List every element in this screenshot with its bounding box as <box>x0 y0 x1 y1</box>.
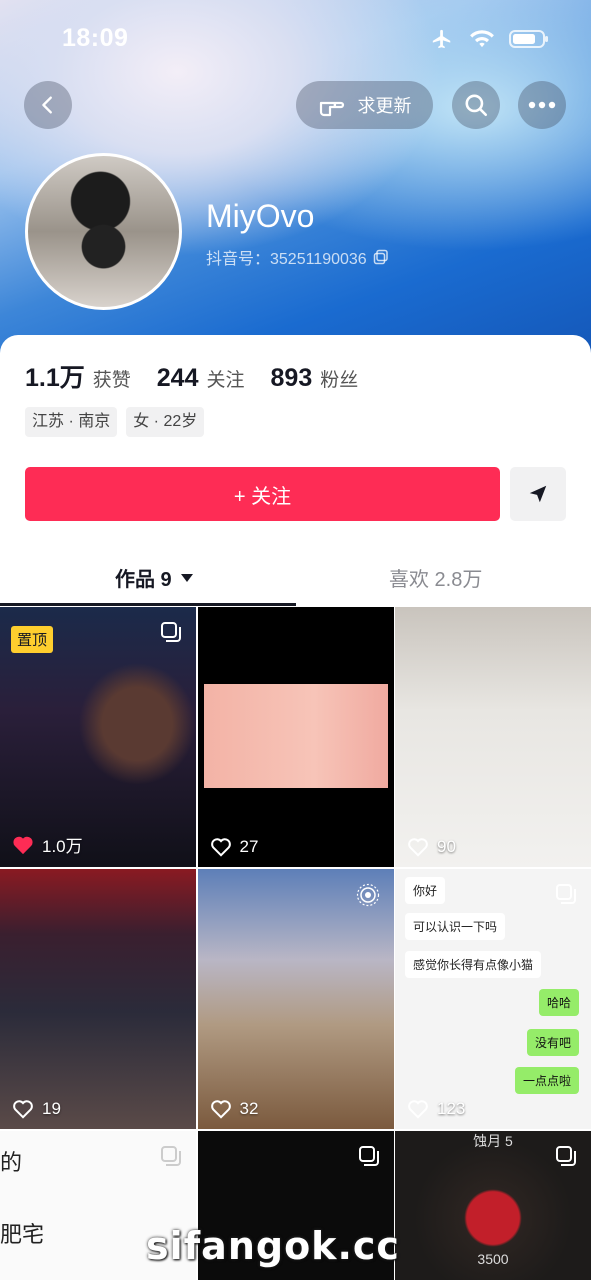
copy-icon[interactable] <box>373 249 389 265</box>
message-button[interactable] <box>510 467 566 521</box>
multi-image-icon <box>556 884 576 904</box>
like-count: 90 <box>407 837 456 857</box>
gender-age-tag: 女 · 22岁 <box>126 407 205 437</box>
tile-text: 3500 <box>477 1251 509 1267</box>
search-button[interactable] <box>452 81 500 129</box>
stats-row: 1.1万 获赞 244 关注 893 粉丝 <box>25 358 384 394</box>
stat-likes-label: 获赞 <box>92 370 131 391</box>
heart-outline-icon <box>210 1100 231 1119</box>
tab-likes[interactable]: 喜欢 2.8万 <box>389 563 482 592</box>
battery-icon <box>509 30 548 48</box>
like-count-value: 123 <box>437 1099 466 1118</box>
follow-button[interactable]: + 关注 <box>25 467 500 521</box>
chat-bubble: 可以认识一下吗 <box>405 913 506 940</box>
video-thumbnail <box>203 684 388 788</box>
wifi-icon <box>470 30 494 48</box>
douyin-id-text: 抖音号：35251190036 <box>206 251 367 268</box>
video-tile[interactable]: 你好 可以认识一下吗 感觉你长得有点像小猫 哈哈 没有吧 一点点啦 123 <box>395 869 591 1129</box>
avatar[interactable] <box>25 153 182 310</box>
profile-tags: 江苏 · 南京 女 · 22岁 <box>25 407 205 437</box>
watermark: sifangok.cc <box>146 1224 400 1268</box>
video-grid: 置顶 1.0万 27 90 19 32 你好 可以认识一下吗 感觉你长得有点像小… <box>0 607 591 1280</box>
like-count-value: 90 <box>437 837 456 856</box>
tab-works-label: 作品 9 <box>115 569 172 591</box>
tab-works[interactable]: 作品 9 <box>115 563 194 592</box>
video-tile[interactable]: 27 <box>197 607 394 867</box>
clock: 18:09 <box>62 24 129 52</box>
video-tile[interactable]: 32 <box>197 869 394 1129</box>
stat-followers-value: 893 <box>270 364 313 392</box>
like-count: 1.0万 <box>12 832 83 857</box>
heart-outline-icon <box>408 1100 428 1119</box>
douyin-id: 抖音号：35251190036 <box>206 245 389 269</box>
search-icon <box>465 94 488 117</box>
heart-filled-icon <box>13 836 33 854</box>
like-count: 27 <box>210 837 259 857</box>
stat-likes-value: 1.1万 <box>25 364 85 392</box>
username: MiyOvo <box>206 198 315 234</box>
pointing-hand-icon <box>319 101 344 117</box>
multi-image-icon <box>358 1146 379 1166</box>
tile-text: 肥宅 <box>0 1222 45 1247</box>
send-arrow-icon <box>529 485 547 503</box>
location-tag: 江苏 · 南京 <box>25 407 118 437</box>
like-count: 19 <box>12 1099 61 1119</box>
multi-image-icon <box>556 1146 576 1166</box>
more-button[interactable] <box>518 81 566 129</box>
stat-likes[interactable]: 1.1万 获赞 <box>25 358 131 394</box>
chat-bubble: 一点点啦 <box>514 1067 579 1094</box>
chat-bubble: 感觉你长得有点像小猫 <box>405 951 542 978</box>
heart-outline-icon <box>13 1100 33 1119</box>
request-update-label: 求更新 <box>357 96 412 116</box>
status-bar: 18:09 <box>0 22 591 58</box>
multi-image-icon <box>161 622 181 642</box>
stat-followers[interactable]: 893 粉丝 <box>271 364 359 393</box>
back-button[interactable] <box>24 81 72 129</box>
video-tile[interactable]: 19 <box>0 869 196 1129</box>
heart-outline-icon <box>210 838 231 857</box>
stat-following-label: 关注 <box>206 370 245 391</box>
airplane-icon <box>432 29 451 49</box>
stat-following-value: 244 <box>156 364 199 392</box>
like-count-value: 1.0万 <box>42 837 83 856</box>
caret-down-icon <box>180 573 193 582</box>
video-tile[interactable]: 90 <box>395 607 591 867</box>
like-count: 32 <box>210 1099 259 1119</box>
request-update-button[interactable]: 求更新 <box>296 81 433 129</box>
video-tile[interactable]: 置顶 1.0万 <box>0 607 196 867</box>
more-dots-icon <box>528 101 556 109</box>
profile-tabs: 作品 9 喜欢 2.8万 <box>0 553 591 607</box>
follow-label: + 关注 <box>233 485 292 508</box>
like-count-value: 32 <box>239 1099 259 1118</box>
chevron-left-icon <box>42 96 52 114</box>
live-photo-icon <box>356 883 379 907</box>
tile-text: 的 <box>0 1150 23 1175</box>
like-count-value: 27 <box>239 837 259 856</box>
stat-followers-label: 粉丝 <box>320 370 359 391</box>
stat-following[interactable]: 244 关注 <box>157 364 245 393</box>
chat-bubble: 哈哈 <box>538 989 579 1016</box>
pinned-badge: 置顶 <box>11 626 54 653</box>
like-count: 123 <box>407 1099 465 1119</box>
video-tile[interactable]: 蚀月 5 3500 <box>395 1131 591 1280</box>
tab-indicator <box>0 603 296 606</box>
like-count-value: 19 <box>42 1099 61 1118</box>
heart-outline-icon <box>408 838 428 857</box>
chat-bubble: 没有吧 <box>526 1029 579 1056</box>
chat-bubble: 你好 <box>405 877 446 904</box>
multi-image-icon <box>161 1146 181 1166</box>
